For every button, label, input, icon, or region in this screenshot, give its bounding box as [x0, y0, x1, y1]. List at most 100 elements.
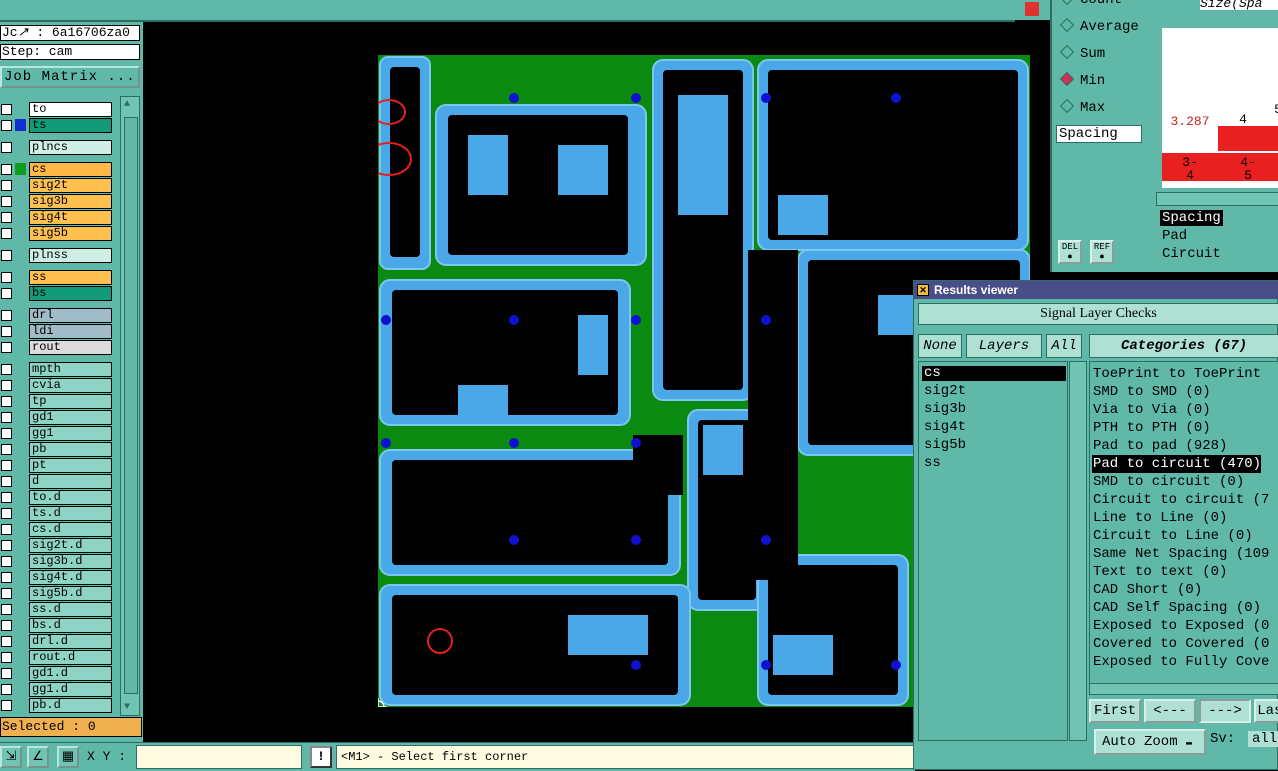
- layer-name[interactable]: sig4t.d: [29, 570, 112, 585]
- zoom-tool-icon[interactable]: ⇲: [0, 746, 22, 768]
- layer-row[interactable]: ts.d: [0, 506, 116, 521]
- layer-checkbox[interactable]: [1, 620, 12, 631]
- layer-row[interactable]: d: [0, 474, 116, 489]
- layer-row[interactable]: cs: [0, 162, 116, 177]
- ref-button[interactable]: REF ●: [1090, 240, 1114, 264]
- results-layer-item[interactable]: sig5b: [922, 438, 1066, 453]
- layer-name[interactable]: ts: [29, 118, 112, 133]
- layer-row[interactable]: plncs: [0, 140, 116, 155]
- layer-checkbox[interactable]: [1, 460, 12, 471]
- layer-row[interactable]: rout.d: [0, 650, 116, 665]
- layer-checkbox[interactable]: [1, 120, 12, 131]
- layer-name[interactable]: ts.d: [29, 506, 112, 521]
- layer-name[interactable]: to: [29, 102, 112, 117]
- none-button[interactable]: None: [918, 334, 962, 358]
- results-layer-item[interactable]: sig4t: [922, 420, 1066, 435]
- layer-row[interactable]: sig3b.d: [0, 554, 116, 569]
- results-layer-item[interactable]: sig3b: [922, 402, 1066, 417]
- layer-checkbox[interactable]: [1, 428, 12, 439]
- layer-checkbox[interactable]: [1, 668, 12, 679]
- layer-row[interactable]: pt: [0, 458, 116, 473]
- layer-name[interactable]: cvia: [29, 378, 112, 393]
- layer-row[interactable]: gg1: [0, 426, 116, 441]
- layer-name[interactable]: ss.d: [29, 602, 112, 617]
- layer-name[interactable]: pb: [29, 442, 112, 457]
- category-item[interactable]: Pad to circuit (470): [1092, 455, 1262, 473]
- job-matrix-button[interactable]: Job Matrix ...: [0, 66, 140, 88]
- category-item[interactable]: SMD to circuit (0): [1092, 473, 1244, 491]
- layer-name[interactable]: drl.d: [29, 634, 112, 649]
- layer-name[interactable]: sig2t.d: [29, 538, 112, 553]
- category-item[interactable]: Covered to Covered (0: [1092, 635, 1269, 653]
- radio-indicator-icon[interactable]: [1059, 98, 1075, 114]
- radio-max[interactable]: Max: [1059, 98, 1105, 116]
- layer-name[interactable]: pb.d: [29, 698, 112, 713]
- next-button[interactable]: --->: [1199, 699, 1251, 723]
- layer-row[interactable]: cs.d: [0, 522, 116, 537]
- layer-checkbox[interactable]: [1, 604, 12, 615]
- category-item[interactable]: Line to Line (0): [1092, 509, 1227, 527]
- layer-name[interactable]: tp: [29, 394, 112, 409]
- layer-name[interactable]: rout: [29, 340, 112, 355]
- layer-row[interactable]: ss: [0, 270, 116, 285]
- layer-checkbox[interactable]: [1, 250, 12, 261]
- layer-checkbox[interactable]: [1, 342, 12, 353]
- layer-checkbox[interactable]: [1, 288, 12, 299]
- layer-name[interactable]: rout.d: [29, 650, 112, 665]
- layer-list-scrollbar[interactable]: ▲ ▼: [120, 96, 140, 716]
- layer-row[interactable]: ss.d: [0, 602, 116, 617]
- results-layer-item[interactable]: cs: [922, 366, 1066, 381]
- layer-name[interactable]: mpth: [29, 362, 112, 377]
- layer-checkbox[interactable]: [1, 412, 12, 423]
- layer-row[interactable]: sig3b: [0, 194, 116, 209]
- radio-count[interactable]: Count: [1059, 0, 1122, 8]
- radio-average[interactable]: Average: [1059, 17, 1139, 35]
- layer-row[interactable]: plnss: [0, 248, 116, 263]
- layer-name[interactable]: ldi: [29, 324, 112, 339]
- layer-checkbox[interactable]: [1, 164, 12, 175]
- results-layer-item[interactable]: ss: [922, 456, 1066, 471]
- layer-name[interactable]: drl: [29, 308, 112, 323]
- layer-row[interactable]: gg1.d: [0, 682, 116, 697]
- layer-row[interactable]: rout: [0, 340, 116, 355]
- layer-row[interactable]: gd1.d: [0, 666, 116, 681]
- radio-sum[interactable]: Sum: [1059, 44, 1105, 62]
- layer-row[interactable]: sig2t.d: [0, 538, 116, 553]
- layer-checkbox[interactable]: [1, 180, 12, 191]
- scroll-thumb[interactable]: [124, 117, 138, 694]
- radio-indicator-icon[interactable]: [1059, 44, 1075, 60]
- layer-checkbox[interactable]: [1, 396, 12, 407]
- close-window-icon[interactable]: [1025, 2, 1039, 16]
- layer-checkbox[interactable]: [1, 444, 12, 455]
- measure-tool-icon[interactable]: ∠: [27, 746, 49, 768]
- last-button[interactable]: Last: [1254, 699, 1278, 723]
- layer-row[interactable]: gd1: [0, 410, 116, 425]
- layer-name[interactable]: plnss: [29, 248, 112, 263]
- layer-row[interactable]: drl: [0, 308, 116, 323]
- layer-name[interactable]: bs.d: [29, 618, 112, 633]
- layer-checkbox[interactable]: [1, 364, 12, 375]
- layer-name[interactable]: sig2t: [29, 178, 112, 193]
- close-icon[interactable]: ✕: [917, 284, 929, 296]
- select-item-pad[interactable]: Pad: [1162, 228, 1187, 244]
- first-button[interactable]: First: [1089, 699, 1141, 723]
- scroll-down-icon[interactable]: ▼: [124, 702, 130, 713]
- category-item[interactable]: Via to Via (0): [1092, 401, 1211, 419]
- radio-min[interactable]: Min: [1059, 71, 1105, 89]
- layer-row[interactable]: sig5b.d: [0, 586, 116, 601]
- layer-checkbox[interactable]: [1, 492, 12, 503]
- category-hscrollbar[interactable]: [1089, 683, 1278, 695]
- scroll-up-icon[interactable]: ▲: [124, 99, 130, 110]
- results-title-bar[interactable]: ✕ Results viewer: [914, 281, 1278, 299]
- layer-checkbox[interactable]: [1, 588, 12, 599]
- layer-row[interactable]: cvia: [0, 378, 116, 393]
- layer-row[interactable]: sig4t.d: [0, 570, 116, 585]
- category-item[interactable]: Circuit to Line (0): [1092, 527, 1253, 545]
- radio-indicator-icon[interactable]: [1059, 71, 1075, 87]
- layer-row[interactable]: ldi: [0, 324, 116, 339]
- layer-row[interactable]: pb: [0, 442, 116, 457]
- layer-checkbox[interactable]: [1, 212, 12, 223]
- category-item[interactable]: Same Net Spacing (109: [1092, 545, 1269, 563]
- layer-name[interactable]: gd1: [29, 410, 112, 425]
- category-item[interactable]: PTH to PTH (0): [1092, 419, 1211, 437]
